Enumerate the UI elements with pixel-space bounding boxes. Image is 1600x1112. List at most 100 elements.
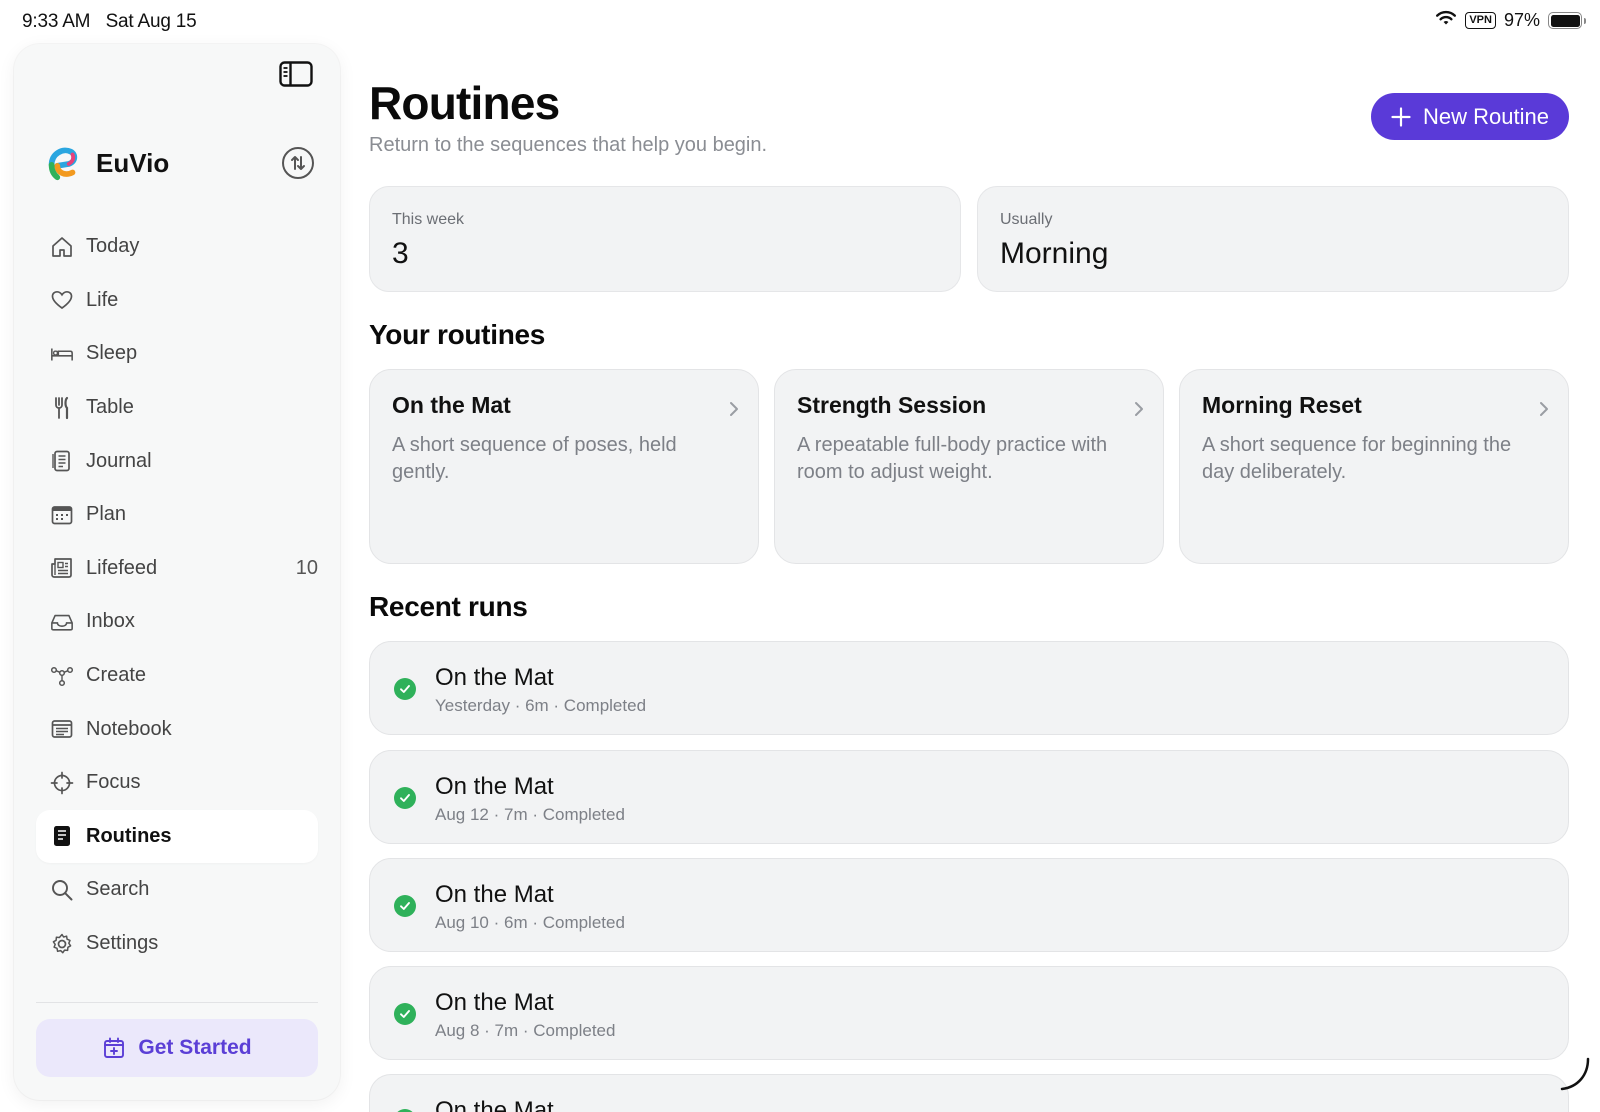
sidebar-toggle-button[interactable] [278, 60, 314, 88]
gear-icon [50, 932, 74, 956]
get-started-label: Get Started [138, 1036, 252, 1059]
run-row[interactable]: On the Mat Aug 10 · 6m · Completed [369, 858, 1569, 952]
euvio-logo [48, 147, 78, 181]
sidebar-item-label: Notebook [86, 717, 172, 740]
sidebar-item-sleep[interactable]: Sleep [36, 327, 318, 381]
section-title-recent-runs: Recent runs [369, 591, 528, 622]
crosshair-icon [50, 771, 74, 795]
routine-description: A short sequence for beginning the day d… [1202, 434, 1512, 483]
sidebar-item-create[interactable]: Create [36, 649, 318, 703]
sidebar-item-label: Plan [86, 503, 127, 526]
sidebar-item-label: Sleep [86, 342, 138, 365]
lifefeed-count-badge: 10 [295, 556, 318, 579]
sidebar-item-focus[interactable]: Focus [36, 756, 318, 810]
vpn-badge: VPN [1465, 12, 1496, 29]
run-meta: Aug 12 · 7m · Completed [435, 805, 625, 824]
sidebar-item-plan[interactable]: Plan [36, 488, 318, 542]
wifi-icon [1435, 10, 1457, 31]
run-row[interactable]: On the Mat Aug 12 · 7m · Completed [369, 750, 1569, 844]
sidebar-item-routines[interactable]: Routines [36, 809, 318, 864]
stat-card-usually: Usually Morning [977, 186, 1569, 292]
battery-icon [1548, 12, 1586, 29]
sidebar-item-inbox[interactable]: Inbox [36, 595, 318, 649]
status-indicators: VPN 97% [1435, 10, 1586, 31]
new-routine-button[interactable]: New Routine [1371, 93, 1569, 140]
chevron-right-icon [1538, 400, 1550, 423]
routine-title: Strength Session [797, 392, 987, 418]
sidebar-item-notebook[interactable]: Notebook [36, 702, 318, 756]
sidebar-item-settings[interactable]: Settings [36, 917, 318, 971]
nodes-icon [50, 664, 74, 688]
new-routine-label: New Routine [1423, 103, 1549, 129]
routine-card[interactable]: Morning Reset A short sequence for begin… [1179, 369, 1569, 564]
stat-label: This week [392, 211, 465, 228]
run-row[interactable]: On the Mat Yesterday · 6m · Completed [369, 641, 1569, 735]
heart-icon [50, 288, 74, 312]
search-icon [50, 878, 74, 902]
sidebar-item-life[interactable]: Life [36, 274, 318, 328]
inbox-icon [50, 610, 74, 634]
add-calendar-icon [104, 1037, 125, 1058]
sidebar-icon [279, 61, 313, 87]
sidebar-nav: Today Life Sleep Table Journal Plan Life… [36, 220, 318, 970]
sidebar-item-table[interactable]: Table [36, 381, 318, 435]
routine-title: On the Mat [392, 392, 511, 418]
page-subtitle: Return to the sequences that help you be… [369, 134, 768, 156]
sidebar-item-label: Lifefeed [86, 556, 158, 579]
sidebar-item-label: Inbox [86, 610, 135, 633]
scroll-corner-indicator [1556, 1057, 1592, 1098]
checkmark-circle-icon [394, 678, 416, 700]
chevron-right-icon [728, 400, 740, 423]
run-title: On the Mat [435, 989, 554, 1016]
routine-card[interactable]: Strength Session A repeatable full-body … [774, 369, 1164, 564]
sidebar-item-today[interactable]: Today [36, 220, 318, 274]
brand[interactable]: EuVio [44, 140, 314, 186]
section-title-your-routines: Your routines [369, 319, 546, 350]
sidebar-item-label: Routines [86, 824, 172, 847]
routine-card[interactable]: On the Mat A short sequence of poses, he… [369, 369, 759, 564]
plus-icon [1391, 106, 1411, 127]
checkmark-circle-icon [394, 1003, 416, 1025]
run-title: On the Mat [435, 881, 554, 908]
sidebar-item-lifefeed[interactable]: Lifefeed 10 [36, 542, 318, 596]
run-row[interactable]: On the Mat [369, 1074, 1569, 1112]
run-meta: Yesterday · 6m · Completed [435, 696, 647, 715]
notebook-icon [50, 717, 74, 741]
status-date: Sat Aug 15 [105, 11, 197, 32]
sidebar-item-label: Life [86, 288, 119, 311]
sidebar-item-label: Create [86, 664, 147, 687]
run-row[interactable]: On the Mat Aug 8 · 7m · Completed [369, 966, 1569, 1060]
sidebar-item-search[interactable]: Search [36, 863, 318, 917]
stat-label: Usually [1000, 211, 1053, 228]
sidebar-item-label: Settings [86, 932, 159, 955]
stat-value: Morning [1000, 237, 1109, 270]
newspaper-icon [50, 556, 74, 580]
sidebar: EuVio Today Life Sleep Table Journal Pla… [14, 44, 340, 1100]
sidebar-item-label: Focus [86, 771, 141, 794]
brand-name: EuVio [96, 147, 170, 178]
status-time-date: 9:33 AM Sat Aug 15 [22, 11, 197, 33]
checkmark-circle-icon [394, 787, 416, 809]
home-icon [50, 235, 74, 259]
swap-arrows-icon [291, 156, 305, 170]
sidebar-divider [36, 1002, 318, 1003]
routine-description: A short sequence of poses, held gently. [392, 434, 677, 483]
sidebar-item-journal[interactable]: Journal [36, 434, 318, 488]
run-meta: Aug 10 · 6m · Completed [435, 913, 625, 932]
chevron-right-icon [1133, 400, 1145, 423]
run-meta: Aug 8 · 7m · Completed [435, 1021, 616, 1040]
calendar-icon [50, 503, 74, 527]
switch-account-button[interactable] [282, 147, 314, 179]
sidebar-item-label: Table [86, 396, 134, 419]
get-started-button[interactable]: Get Started [36, 1019, 318, 1077]
stat-card-this-week: This week 3 [369, 186, 961, 292]
routine-description: A repeatable full-body practice with roo… [797, 434, 1108, 483]
status-bar: 9:33 AM Sat Aug 15 VPN 97% [0, 0, 1600, 44]
journal-icon [50, 449, 74, 473]
page-title: Routines [369, 77, 560, 129]
routines-icon [50, 824, 74, 848]
stat-value: 3 [392, 237, 409, 270]
run-title: On the Mat [435, 664, 554, 691]
routine-title: Morning Reset [1202, 392, 1362, 418]
checkmark-circle-icon [394, 895, 416, 917]
